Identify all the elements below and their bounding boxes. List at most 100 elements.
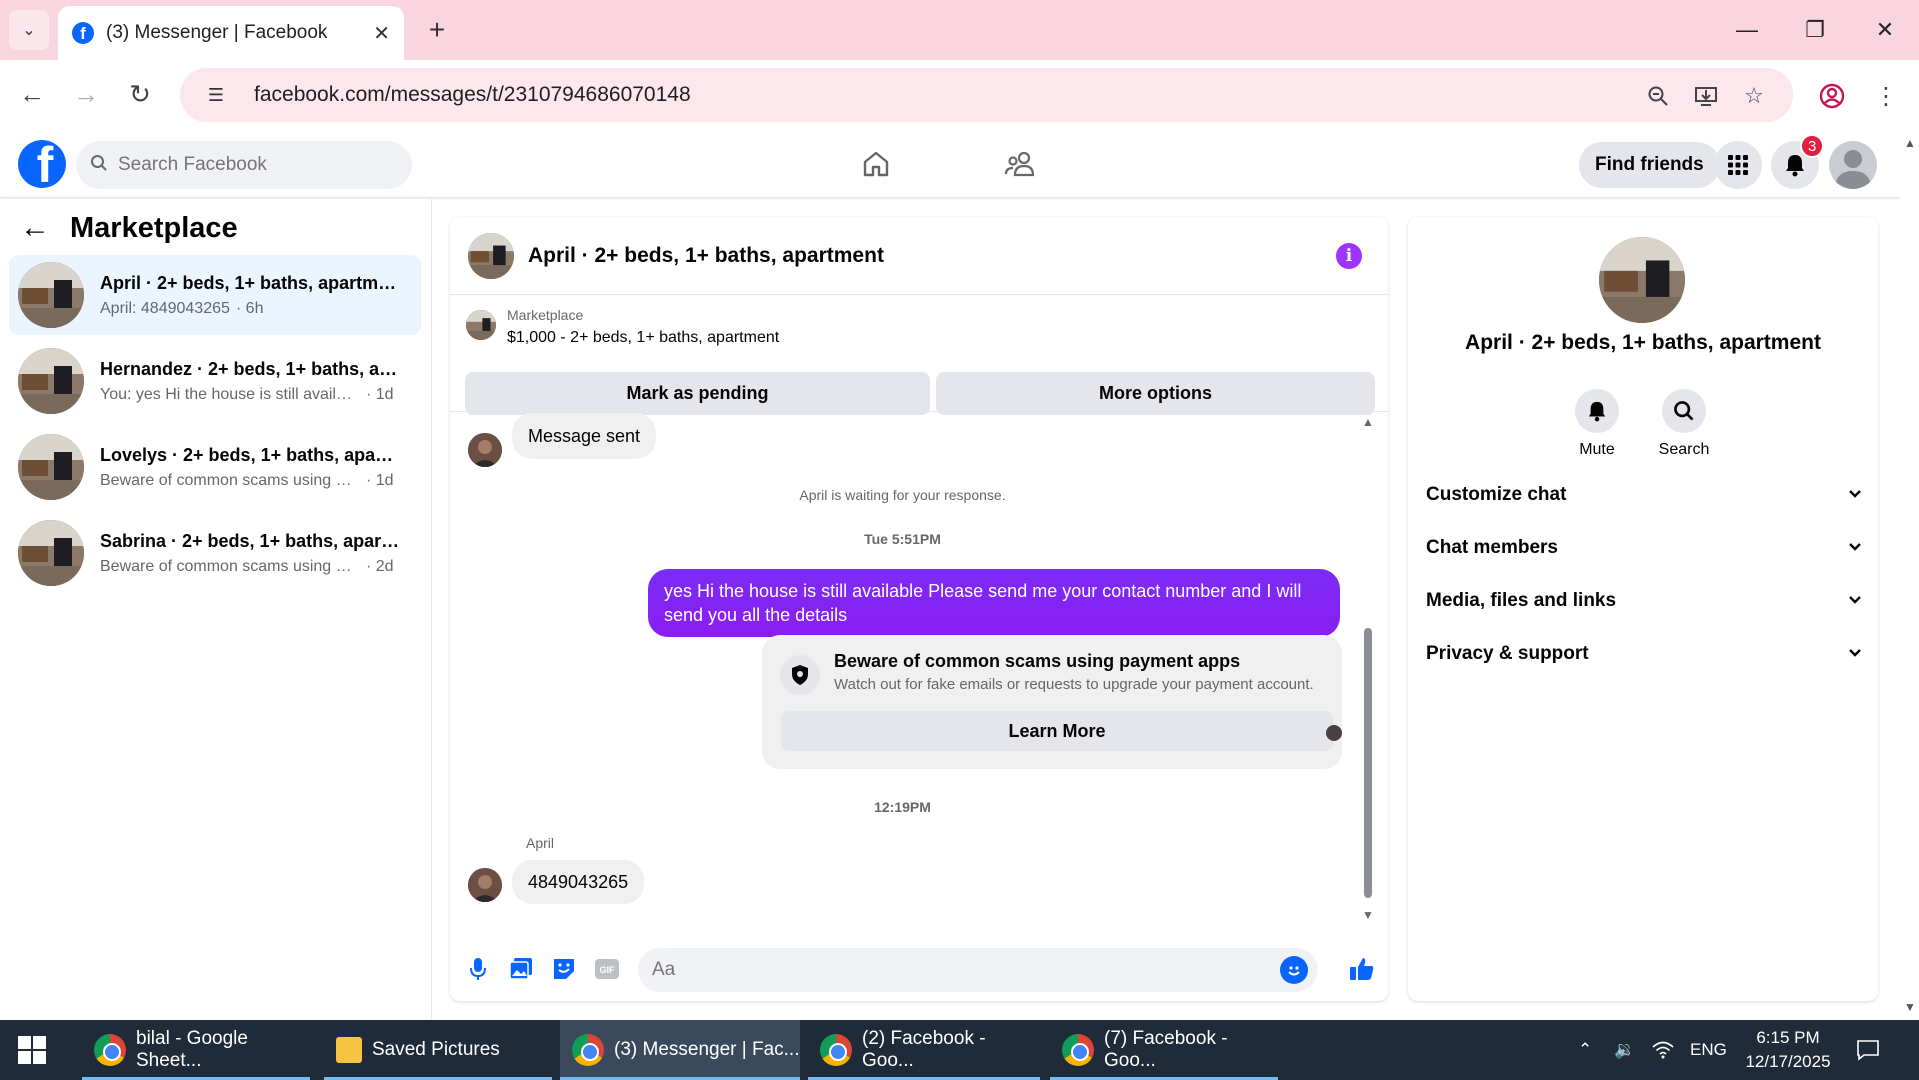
- new-tab-button[interactable]: +: [421, 14, 453, 46]
- scam-warning-subtitle: Watch out for fake emails or requests to…: [834, 676, 1314, 693]
- bookmark-star-icon[interactable]: ☆: [1736, 78, 1772, 114]
- message-bubble-incoming[interactable]: Message sent: [512, 413, 657, 459]
- seen-indicator-avatar: [1326, 725, 1342, 741]
- message-input[interactable]: [652, 959, 1252, 981]
- back-arrow-icon[interactable]: ←: [20, 211, 50, 245]
- thumbs-up-icon[interactable]: [1348, 955, 1376, 983]
- search-conversation-button[interactable]: Search: [1644, 389, 1724, 459]
- photo-icon[interactable]: [507, 955, 535, 983]
- browser-tab-active[interactable]: f (3) Messenger | Facebook ✕: [58, 6, 404, 60]
- emoji-icon[interactable]: [1280, 956, 1308, 984]
- chat-list-item[interactable]: April · 2+ beds, 1+ baths, apartment Apr…: [9, 255, 421, 335]
- media-files-links-section[interactable]: Media, files and links: [1426, 579, 1862, 623]
- chat-info-panel: April · 2+ beds, 1+ baths, apartment Mut…: [1408, 217, 1878, 1001]
- mute-label: Mute: [1579, 441, 1615, 458]
- taskbar-item-label: Saved Pictures: [372, 1039, 500, 1060]
- sticker-icon[interactable]: [550, 955, 578, 983]
- taskbar-item[interactable]: Saved Pictures: [324, 1020, 552, 1080]
- chevron-up-icon[interactable]: ⌃: [1578, 1020, 1592, 1080]
- chat-list-item[interactable]: Sabrina · 2+ beds, 1+ baths, apart... Be…: [9, 513, 421, 593]
- chat-preview: April: 4849043265: [100, 299, 230, 317]
- chrome-icon: [820, 1034, 852, 1066]
- facebook-search[interactable]: [76, 141, 412, 189]
- friends-icon[interactable]: [1000, 144, 1040, 184]
- notification-center-icon[interactable]: [1856, 1020, 1880, 1080]
- message-scrollbar[interactable]: ▲ ▼: [1362, 413, 1374, 923]
- listing-thumbnail: [18, 434, 84, 500]
- account-avatar[interactable]: [1829, 141, 1877, 189]
- profile-icon[interactable]: [1814, 78, 1850, 114]
- bell-icon: [1588, 401, 1606, 422]
- marketplace-listing-bar: Marketplace $1,000 - 2+ beds, 1+ baths, …: [450, 296, 1388, 415]
- taskbar-item[interactable]: (3) Messenger | Fac...: [560, 1020, 800, 1080]
- avatar[interactable]: [468, 433, 502, 467]
- scroll-up-icon[interactable]: ▲: [1362, 415, 1374, 429]
- windows-start-icon[interactable]: [18, 1036, 46, 1064]
- customize-chat-section[interactable]: Customize chat: [1426, 473, 1862, 517]
- taskbar-item[interactable]: (7) Facebook - Goo...: [1050, 1020, 1278, 1080]
- taskbar-item[interactable]: bilal - Google Sheet...: [82, 1020, 310, 1080]
- listing-thumbnail: [18, 520, 84, 586]
- facebook-header: f Find friends 3: [0, 130, 1900, 198]
- wifi-icon[interactable]: [1652, 1020, 1674, 1080]
- url-text[interactable]: facebook.com/messages/t/2310794686070148: [254, 83, 691, 107]
- taskbar-clock[interactable]: 6:15 PM 12/17/2025: [1738, 1026, 1838, 1074]
- scroll-down-icon[interactable]: ▼: [1904, 1000, 1916, 1014]
- listing-image[interactable]: [1599, 237, 1685, 323]
- install-app-icon[interactable]: [1688, 78, 1724, 114]
- chat-time: · 1d: [366, 471, 394, 489]
- page-scrollbar[interactable]: ▲ ▼: [1900, 130, 1919, 1020]
- learn-more-button[interactable]: Learn More: [781, 711, 1333, 751]
- home-icon[interactable]: [856, 144, 896, 184]
- address-bar[interactable]: ☰ facebook.com/messages/t/23107946860701…: [180, 68, 1793, 122]
- gif-icon[interactable]: GIF: [593, 955, 621, 983]
- scroll-down-icon[interactable]: ▼: [1362, 908, 1374, 922]
- menu-grid-button[interactable]: [1714, 141, 1762, 189]
- message-input-box[interactable]: [638, 948, 1318, 992]
- close-icon[interactable]: ✕: [373, 21, 390, 46]
- waiting-notice: April is waiting for your response.: [799, 487, 1006, 503]
- scrollbar-thumb[interactable]: [1364, 628, 1372, 898]
- minimize-button[interactable]: —: [1722, 12, 1772, 48]
- volume-icon[interactable]: 🔉: [1614, 1020, 1635, 1080]
- chat-members-section[interactable]: Chat members: [1426, 526, 1862, 570]
- close-window-button[interactable]: ✕: [1860, 12, 1910, 48]
- chrome-icon: [1062, 1034, 1094, 1066]
- tab-title: (3) Messenger | Facebook: [106, 22, 328, 43]
- facebook-logo[interactable]: f: [18, 140, 66, 188]
- message-bubble-incoming[interactable]: 4849043265: [512, 860, 645, 904]
- scroll-up-icon[interactable]: ▲: [1904, 136, 1916, 150]
- more-menu-icon[interactable]: ⋮: [1868, 78, 1904, 114]
- search-input[interactable]: [118, 154, 398, 176]
- conversation-thumbnail[interactable]: [468, 232, 514, 279]
- taskbar-item[interactable]: (2) Facebook - Goo...: [808, 1020, 1040, 1080]
- chat-list-item[interactable]: Lovelys · 2+ beds, 1+ baths, apart... Be…: [9, 427, 421, 507]
- mark-as-pending-button[interactable]: Mark as pending: [465, 372, 930, 415]
- chat-name: Sabrina · 2+ beds, 1+ baths, apart...: [100, 530, 400, 551]
- reload-button[interactable]: ↻: [120, 74, 160, 114]
- tab-search-button[interactable]: ⌄: [9, 10, 49, 50]
- chat-preview: Beware of common scams using pay...: [100, 557, 360, 575]
- site-settings-icon[interactable]: ☰: [198, 77, 234, 113]
- timestamp: 12:19PM: [874, 799, 931, 815]
- timestamp: Tue 5:51PM: [864, 531, 941, 547]
- listing-summary[interactable]: $1,000 - 2+ beds, 1+ baths, apartment: [507, 329, 779, 347]
- taskbar-item-label: bilal - Google Sheet...: [136, 1028, 248, 1071]
- conversation-title[interactable]: April · 2+ beds, 1+ baths, apartment: [528, 244, 884, 268]
- avatar[interactable]: [468, 868, 502, 902]
- listing-thumbnail: [466, 310, 496, 340]
- zoom-icon[interactable]: [1640, 78, 1676, 114]
- microphone-icon[interactable]: [464, 955, 492, 983]
- chat-list-item[interactable]: Hernandez · 2+ beds, 1+ baths, ap... You…: [9, 341, 421, 421]
- language-indicator[interactable]: ENG: [1690, 1020, 1727, 1080]
- info-icon[interactable]: i: [1336, 243, 1362, 269]
- mute-button[interactable]: Mute: [1557, 389, 1637, 459]
- find-friends-button[interactable]: Find friends: [1579, 142, 1720, 188]
- restore-button[interactable]: ❐: [1790, 12, 1840, 48]
- privacy-support-section[interactable]: Privacy & support: [1426, 632, 1862, 676]
- back-button[interactable]: ←: [12, 74, 52, 114]
- section-label: Media, files and links: [1426, 590, 1617, 611]
- forward-button[interactable]: →: [66, 74, 106, 114]
- more-options-button[interactable]: More options: [936, 372, 1375, 415]
- message-bubble-outgoing[interactable]: yes Hi the house is still available Plea…: [648, 569, 1340, 637]
